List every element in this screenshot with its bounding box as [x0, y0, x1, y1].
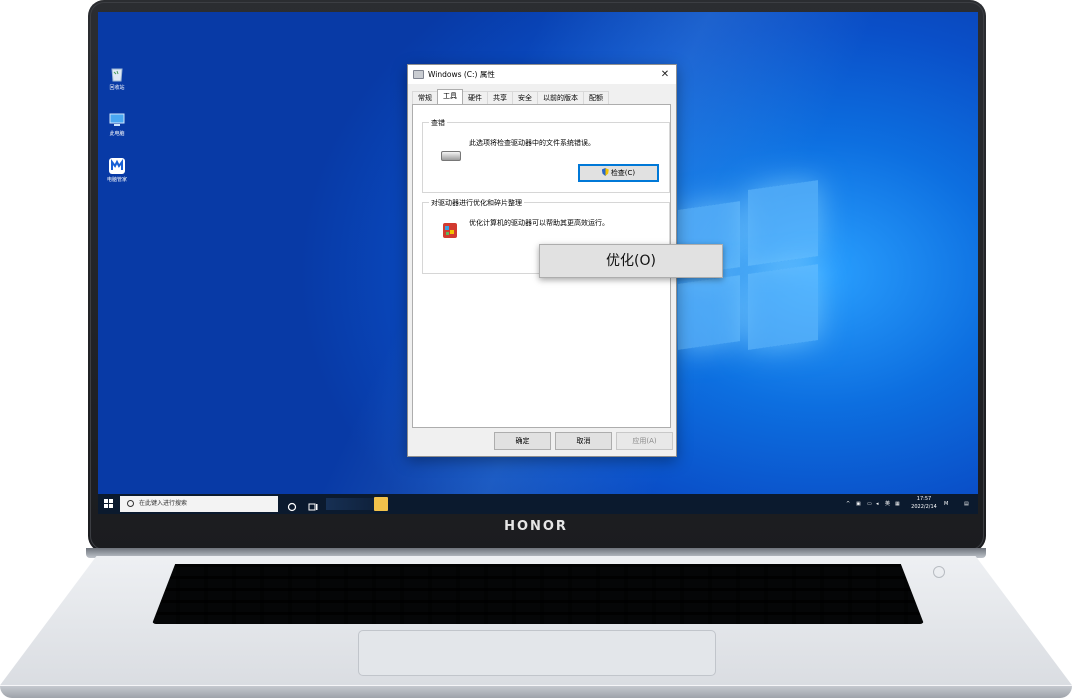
task-view-icon[interactable]: [307, 498, 319, 511]
desktop-icon-this-pc[interactable]: 此电脑: [102, 112, 132, 137]
laptop-base: [0, 548, 1072, 700]
tab-security[interactable]: 安全: [512, 91, 538, 104]
group-description: 优化计算机的驱动器可以帮助其更高效运行。: [469, 219, 609, 227]
desktop-icon-label: 电脑管家: [106, 177, 127, 183]
power-button-icon: [933, 566, 945, 578]
optimize-button[interactable]: 优化(O): [539, 244, 723, 278]
close-button[interactable]: ✕: [654, 69, 676, 80]
tray-expand-icon[interactable]: ^: [846, 494, 850, 514]
desktop-icon-label: 此电脑: [109, 131, 125, 137]
dialog-title: Windows (C:) 属性: [428, 70, 495, 79]
keyboard: [152, 564, 924, 624]
apply-button[interactable]: 应用(A): [616, 432, 673, 450]
tab-hardware[interactable]: 硬件: [462, 91, 488, 104]
defrag-icon: [442, 221, 458, 239]
clock-time: 17:57: [916, 496, 932, 502]
group-title: 查错: [429, 118, 447, 128]
taskbar: 在此键入进行搜索 ^ ▣ ▭ ◂ 英 ▦ 17:57 2022/2/14 M ▤: [98, 494, 978, 514]
pc-manager-icon: [109, 158, 125, 174]
hard-drive-icon: [441, 151, 461, 161]
search-placeholder: 在此键入进行搜索: [139, 500, 188, 507]
recycle-bin-icon: [109, 66, 125, 82]
clock-date: 2022/2/14: [911, 504, 937, 510]
dialog-titlebar[interactable]: Windows (C:) 属性 ✕: [408, 65, 676, 84]
group-title: 对驱动器进行优化和碎片整理: [429, 198, 524, 208]
ime-icon[interactable]: ▦: [895, 494, 900, 514]
tab-general[interactable]: 常规: [412, 91, 438, 104]
input-language[interactable]: 英: [885, 494, 890, 514]
tab-quota[interactable]: 配额: [583, 91, 609, 104]
cancel-button[interactable]: 取消: [555, 432, 612, 450]
touchpad: [358, 630, 716, 676]
desktop-icon-label: 回收站: [109, 85, 125, 91]
tray-device-icon[interactable]: ▣: [856, 494, 864, 514]
ok-button[interactable]: 确定: [494, 432, 551, 450]
pc-manager-tray-icon[interactable]: M: [944, 494, 948, 514]
error-checking-group: 查错 此选项将检查驱动器中的文件系统错误。 检查(C): [422, 118, 670, 193]
check-button-label: 检查(C): [610, 169, 636, 177]
network-icon[interactable]: ▭: [867, 494, 872, 514]
desktop-icon-pc-manager[interactable]: 电脑管家: [102, 158, 132, 183]
group-description: 此选项将检查驱动器中的文件系统错误。: [469, 139, 595, 147]
taskbar-clock[interactable]: 17:57 2022/2/14: [908, 495, 940, 511]
tab-strip: 常规 工具 硬件 共享 安全 以前的版本 配额: [412, 89, 609, 104]
desktop-icon-recycle-bin[interactable]: 回收站: [102, 66, 132, 91]
computer-icon: [109, 112, 125, 128]
search-icon: [127, 500, 134, 507]
check-button[interactable]: 检查(C): [578, 164, 659, 182]
start-button[interactable]: [104, 499, 113, 508]
notification-icon[interactable]: ▤: [964, 494, 969, 514]
drive-icon: [413, 70, 424, 79]
uac-shield-icon: [601, 168, 609, 176]
taskbar-search-box[interactable]: 在此键入进行搜索: [120, 496, 278, 512]
cortana-icon[interactable]: [286, 498, 298, 512]
tab-sharing[interactable]: 共享: [487, 91, 513, 104]
volume-icon[interactable]: ◂: [876, 494, 879, 514]
device-brand: HONOR: [504, 519, 568, 534]
tab-previous-versions[interactable]: 以前的版本: [537, 91, 584, 104]
taskbar-app-blurred[interactable]: [326, 498, 376, 510]
tab-tools[interactable]: 工具: [437, 89, 463, 104]
file-explorer-icon[interactable]: [374, 497, 388, 511]
